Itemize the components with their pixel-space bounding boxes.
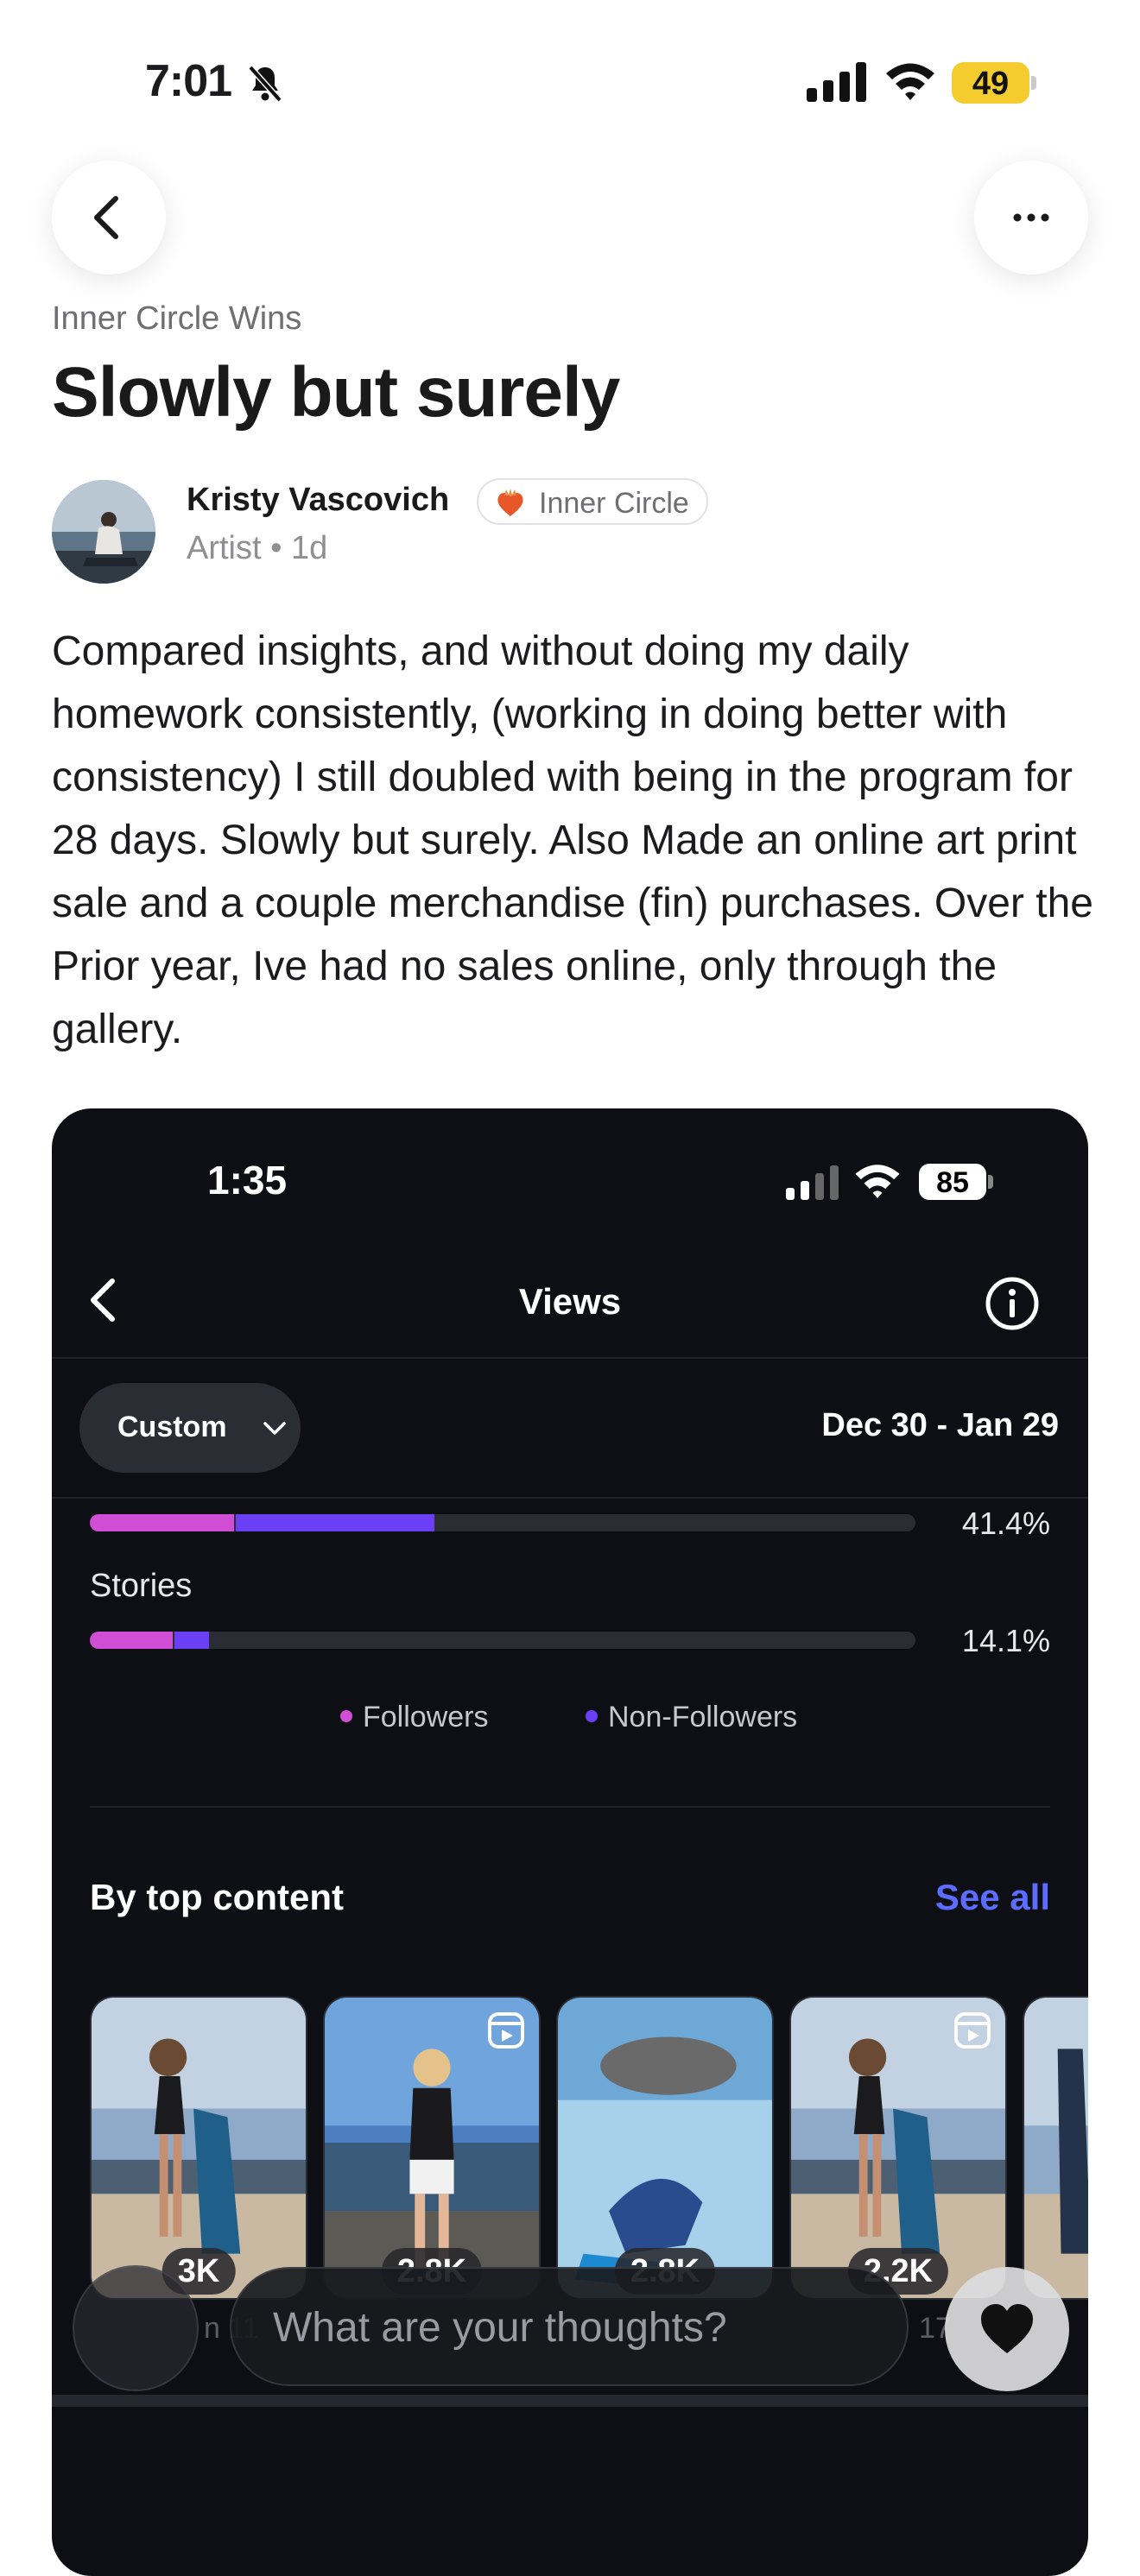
reels-icon (488, 2012, 524, 2049)
avatar-photo (52, 480, 155, 584)
date-range: Dec 30 - Jan 29 (821, 1407, 1059, 1443)
more-options-button[interactable] (974, 161, 1088, 275)
embedded-page-title: Views (518, 1281, 622, 1322)
divider (52, 1357, 1088, 1359)
chevron-left-icon (94, 196, 118, 239)
post-category[interactable]: Inner Circle Wins (52, 300, 301, 338)
home-button[interactable] (73, 2265, 199, 2391)
embedded-battery-level: 85 (936, 1166, 969, 1199)
content-thumbnail: 2.8K (323, 1996, 541, 2300)
row-percent: 41.4% (961, 1506, 1050, 1541)
embedded-wifi-icon (855, 1165, 900, 1198)
legend-non-followers-label: Non-Followers (608, 1701, 798, 1733)
section-title: By top content (90, 1877, 344, 1917)
content-thumbnail: 2.2K (789, 1996, 1007, 2300)
followers-bar-fill (90, 1632, 173, 1649)
followers-dot (340, 1710, 352, 1723)
info-icon (985, 1277, 1039, 1330)
cellular-signal-icon (807, 62, 866, 102)
post-age: 1d (290, 530, 328, 566)
heart-icon (981, 2304, 1033, 2353)
non-followers-dot (586, 1710, 598, 1723)
author-name[interactable]: Kristy Vascovich (187, 482, 449, 519)
bell-muted-icon (248, 65, 282, 103)
embedded-signal-icon (786, 1165, 839, 1200)
row-label: Stories (90, 1568, 193, 1604)
date-filter-label: Custom (117, 1411, 227, 1443)
battery-indicator: 49 (952, 62, 1036, 104)
date-filter-dropdown: Custom (79, 1383, 301, 1473)
back-button[interactable] (52, 161, 166, 275)
legend-followers-label: Followers (363, 1701, 489, 1733)
content-thumbnail: 3K (90, 1996, 307, 2300)
views-bar-track (90, 1514, 915, 1531)
like-button[interactable] (945, 2267, 1069, 2391)
see-all-link: See all (934, 1877, 1050, 1917)
wifi-icon (886, 63, 934, 100)
author-role: Artist (187, 530, 262, 566)
non-followers-bar-fill (174, 1632, 209, 1649)
embedded-battery-indicator: 85 (919, 1164, 993, 1200)
chevron-down-icon (263, 1422, 286, 1435)
embedded-status-time: 1:35 (207, 1158, 288, 1203)
divider (90, 1806, 1050, 1808)
ellipsis-icon (1013, 213, 1049, 222)
author-avatar[interactable] (52, 480, 155, 584)
legend-non-followers: Non-Followers (586, 1701, 797, 1734)
badge-label: Inner Circle (539, 487, 689, 520)
heart-flame-icon (497, 489, 523, 516)
legend-followers: Followers (340, 1701, 488, 1734)
post-title: Slowly but surely (52, 353, 620, 432)
thumbnail-image (1024, 1998, 1088, 2298)
followers-bar-fill (90, 1514, 235, 1531)
views-bar-track (90, 1632, 915, 1649)
status-time: 7:01 (145, 56, 232, 106)
author-meta: Artist • 1d (187, 530, 328, 566)
tab-bar-edge (52, 2395, 1088, 2407)
reels-icon (954, 2012, 991, 2049)
content-thumbnail: 2.8K (556, 1996, 774, 2300)
content-thumbnail-partial (1023, 1996, 1088, 2300)
membership-badge: Inner Circle (477, 478, 708, 525)
post-body: Compared insights, and without doing my … (52, 628, 1093, 1052)
comment-input[interactable] (271, 2269, 879, 2386)
non-followers-bar-fill (236, 1514, 434, 1531)
comment-composer[interactable] (230, 2267, 909, 2386)
battery-level: 49 (972, 66, 1010, 102)
divider (52, 1497, 1088, 1499)
row-percent: 14.1% (961, 1623, 1050, 1658)
